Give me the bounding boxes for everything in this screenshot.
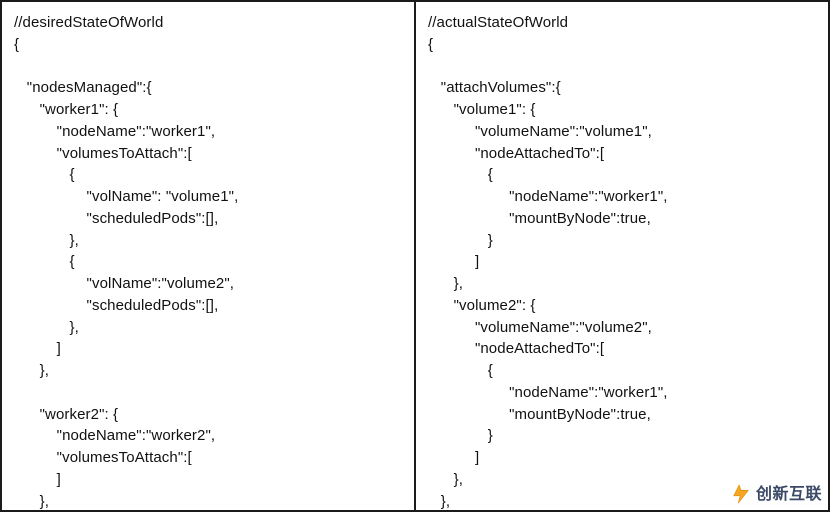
left-code-block: { "nodesManaged":{ "worker1": { "nodeNam…: [14, 34, 402, 510]
watermark: 创新互联: [730, 483, 822, 506]
left-comment: //desiredStateOfWorld: [14, 12, 402, 34]
two-column-code-panel: //desiredStateOfWorld { "nodesManaged":{…: [0, 0, 830, 512]
watermark-text: 创新互联: [756, 483, 822, 506]
right-panel-actual-state: //actualStateOfWorld { "attachVolumes":{…: [414, 2, 828, 510]
right-code-block: { "attachVolumes":{ "volume1": { "volume…: [428, 34, 816, 510]
right-comment: //actualStateOfWorld: [428, 12, 816, 34]
left-panel-desired-state: //desiredStateOfWorld { "nodesManaged":{…: [2, 2, 414, 510]
bolt-icon: [730, 483, 752, 505]
